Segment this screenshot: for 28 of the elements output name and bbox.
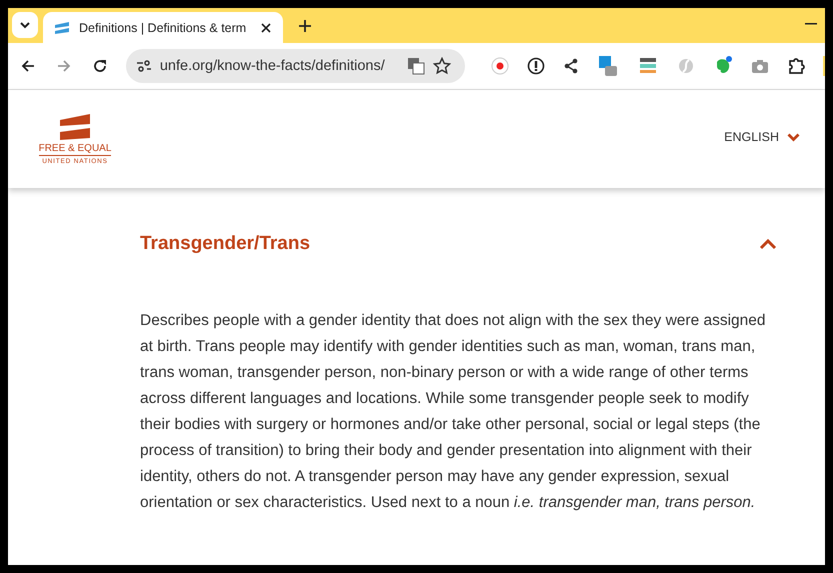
chevron-down-icon [19, 21, 31, 29]
section-title[interactable]: Transgender/Trans [140, 233, 310, 255]
star-icon[interactable] [432, 57, 451, 75]
logo-stripes-icon[interactable] [58, 113, 92, 141]
chevron-down-icon [787, 132, 800, 142]
browser-tab[interactable]: Definitions | Definitions & term [43, 12, 283, 43]
chevron-up-icon[interactable] [759, 238, 777, 250]
new-tab-icon[interactable] [299, 20, 311, 32]
language-selector[interactable]: ENGLISH [724, 130, 800, 144]
address-bar[interactable]: unfe.org/know-the-facts/definitions/ [126, 49, 465, 83]
back-icon[interactable] [20, 58, 36, 74]
tab-list-button[interactable] [12, 12, 38, 38]
tab-title: Definitions | Definitions & term [79, 20, 248, 34]
logo-title[interactable]: FREE & EQUAL [38, 141, 112, 156]
close-icon[interactable] [261, 22, 271, 32]
url-text: unfe.org/know-the-facts/definitions/ [160, 58, 386, 74]
extension-icon[interactable] [596, 55, 619, 77]
exclamation-icon[interactable] [526, 57, 545, 75]
forward-icon[interactable] [56, 58, 72, 74]
extensions-icon[interactable] [786, 57, 805, 75]
minimize-icon[interactable] [805, 23, 817, 25]
share-icon[interactable] [562, 58, 579, 74]
site-settings-icon[interactable] [136, 59, 152, 73]
camera-icon[interactable] [750, 58, 769, 74]
record-icon[interactable] [490, 57, 509, 75]
definition-text: Describes people with a gender identity that does not align with the sex they were assigned at birth. Trans people may identify with gender identities such as man, woman, trans man, trans woman, transgender person, non-binary person or with a wide range of other terms across different languages and locations. While some transgender people seek to modify their bodies with surgery or hormones and/or take other personal, social or legal steps (the process of transition) to bring their body and gender presentation into alignment with their identity, others do not. A transgender person may have any gender expression, sexual orientation or sex characteristics. Used next to a noun i.e. transgender man, trans person. [140, 311, 767, 513]
stripes-icon [53, 20, 71, 34]
reload-icon[interactable] [92, 58, 108, 74]
